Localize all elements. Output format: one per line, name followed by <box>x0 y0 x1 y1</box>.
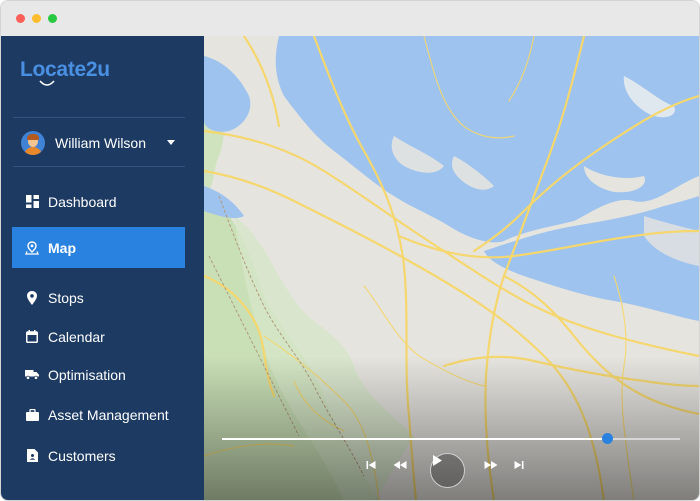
skip-back-button[interactable] <box>366 460 380 474</box>
playback-progress-thumb[interactable] <box>601 433 613 444</box>
user-name: William Wilson <box>55 135 146 151</box>
maximize-window-button[interactable] <box>48 14 57 23</box>
minimize-window-button[interactable] <box>32 14 41 23</box>
user-avatar-icon <box>21 131 45 155</box>
nav-label-optimisation: Optimisation <box>48 366 126 383</box>
play-button[interactable] <box>430 453 465 488</box>
nav-item-customers[interactable]: Customers <box>12 435 185 476</box>
nav-label-dashboard: Dashboard <box>48 193 117 210</box>
nav-label-map: Map <box>48 239 76 256</box>
brand-logo[interactable]: Locate2u <box>20 58 110 82</box>
nav-item-map[interactable]: Map <box>12 227 185 268</box>
play-icon <box>433 455 442 466</box>
chevron-down-icon[interactable] <box>167 140 175 145</box>
fast-forward-button[interactable] <box>484 460 502 474</box>
nav-label-customers: Customers <box>48 447 116 464</box>
nav-label-calendar: Calendar <box>48 328 105 345</box>
close-window-button[interactable] <box>16 14 25 23</box>
map-pin-icon <box>25 240 39 255</box>
sidebar: Locate2u William Wilson Dashboard Map St… <box>1 36 204 500</box>
map-view[interactable] <box>204 36 699 500</box>
rewind-icon <box>393 461 407 469</box>
divider <box>13 166 185 167</box>
calendar-icon <box>25 330 39 344</box>
title-bar <box>1 1 699 36</box>
nav-item-optimisation[interactable]: Optimisation <box>12 354 185 395</box>
dashboard-icon <box>25 195 39 209</box>
truck-icon <box>25 368 39 382</box>
briefcase-icon <box>25 408 39 422</box>
nav-label-asset-management: Asset Management <box>48 406 169 423</box>
rewind-button[interactable] <box>393 460 411 474</box>
skip-forward-button[interactable] <box>514 460 528 474</box>
nav-item-asset-management[interactable]: Asset Management <box>12 394 185 435</box>
nav-item-calendar[interactable]: Calendar <box>12 316 185 357</box>
skip-forward-icon <box>514 461 524 469</box>
playback-progress-fill <box>222 438 607 440</box>
app-window: Locate2u William Wilson Dashboard Map St… <box>0 0 700 501</box>
divider <box>13 117 185 118</box>
nav-label-stops: Stops <box>48 289 84 306</box>
contact-card-icon <box>25 449 39 463</box>
user-menu[interactable]: William Wilson <box>13 128 185 158</box>
location-pin-icon <box>25 290 39 305</box>
skip-back-icon <box>366 461 376 469</box>
playback-progress-slider[interactable] <box>222 433 680 444</box>
nav-item-dashboard[interactable]: Dashboard <box>12 181 185 222</box>
nav-item-stops[interactable]: Stops <box>12 277 185 318</box>
fast-forward-icon <box>484 461 498 469</box>
logo-smile-icon <box>39 80 55 86</box>
